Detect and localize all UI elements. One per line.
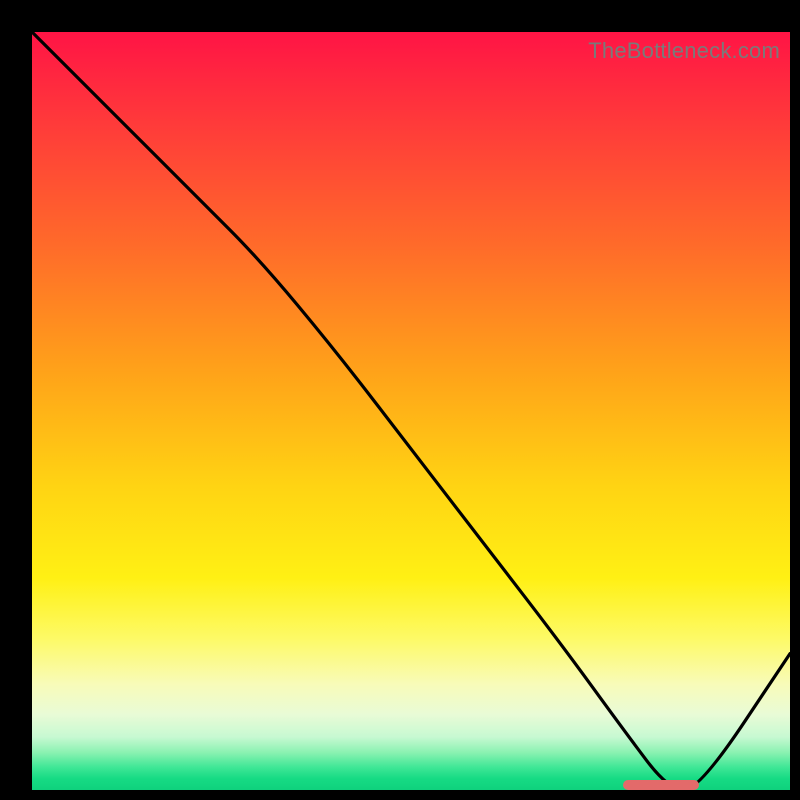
optimal-range-marker (623, 780, 699, 790)
curve-path (32, 32, 790, 790)
bottleneck-curve (32, 32, 790, 790)
chart-frame: TheBottleneck.com (0, 0, 800, 800)
plot-area: TheBottleneck.com (32, 32, 790, 790)
